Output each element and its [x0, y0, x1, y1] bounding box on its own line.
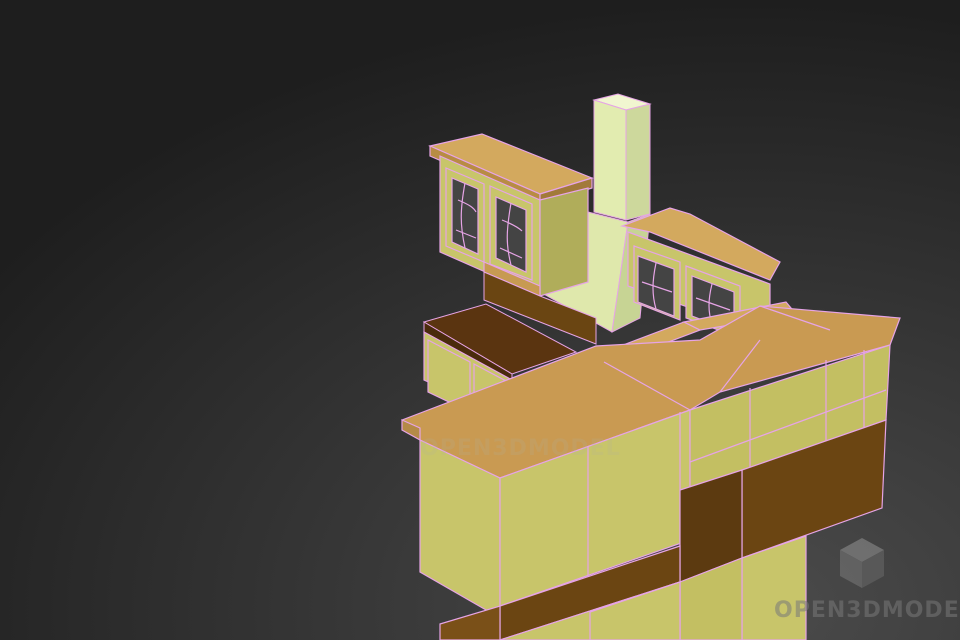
render-canvas	[0, 0, 960, 640]
watermark-text: OPEN3DMODEL	[774, 598, 960, 623]
watermark-ghost-text: OPEN3DMODEL	[420, 436, 621, 461]
3d-viewport[interactable]: OPEN3DMODEL OPEN3DMODEL	[0, 0, 960, 640]
